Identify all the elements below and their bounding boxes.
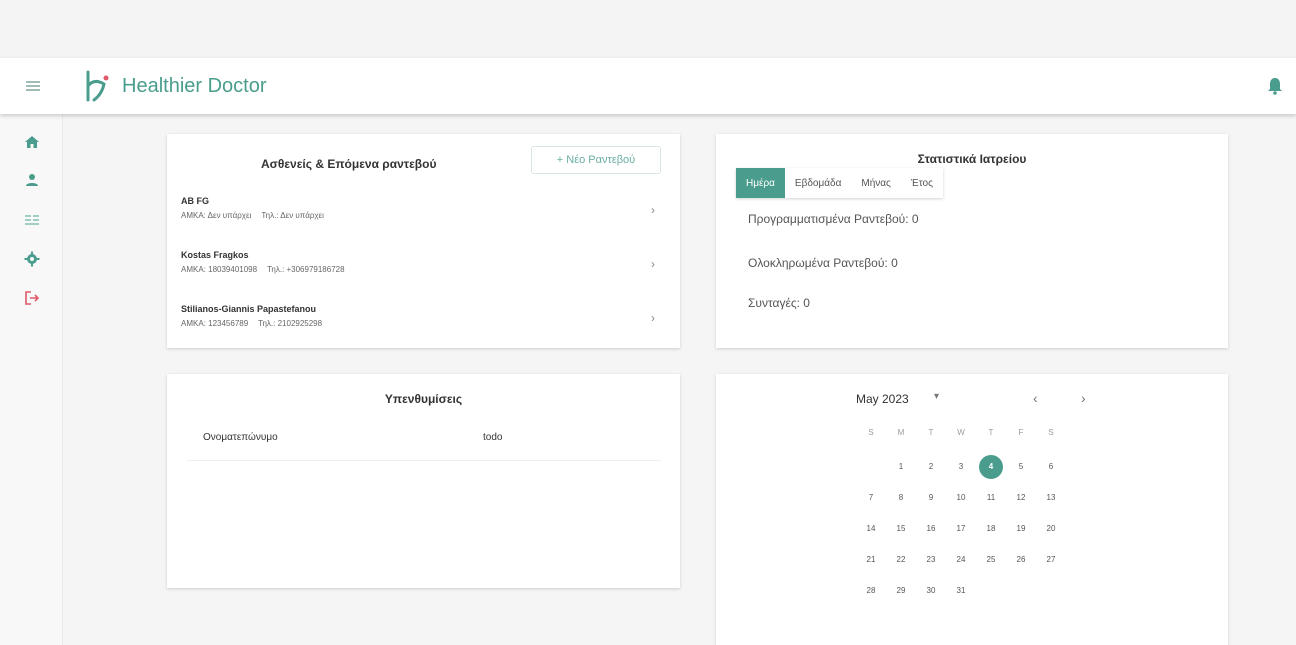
patients-card-title: Ασθενείς & Επόμενα ραντεβού bbox=[261, 157, 437, 171]
calendar-next-button[interactable]: › bbox=[1081, 390, 1086, 406]
stats-card: Στατιστικά Ιατρείου Ημέρα Εβδομάδα Μήνας… bbox=[716, 134, 1228, 348]
calendar-prev-button[interactable]: ‹ bbox=[1033, 390, 1038, 406]
tab-day[interactable]: Ημέρα bbox=[736, 168, 785, 198]
patient-name: Stilianos-Giannis Papastefanou bbox=[181, 304, 317, 314]
calendar-day[interactable]: 17 bbox=[949, 517, 973, 541]
chevron-right-icon[interactable]: › bbox=[651, 311, 655, 325]
bell-icon[interactable] bbox=[1267, 77, 1283, 95]
list-icon[interactable] bbox=[24, 212, 40, 228]
calendar-day[interactable]: 21 bbox=[859, 548, 883, 572]
calendar-day[interactable]: 28 bbox=[859, 579, 883, 603]
patient-amka: ΑΜΚΑ: Δεν υπάρχει bbox=[181, 211, 252, 220]
patient-row[interactable]: Kostas Fragkos ΑΜΚΑ: 18039401098 Τηλ.: +3… bbox=[181, 250, 665, 284]
calendar-day[interactable]: 3 bbox=[949, 455, 973, 479]
calendar-day[interactable]: 30 bbox=[919, 579, 943, 603]
calendar-day[interactable]: 14 bbox=[859, 517, 883, 541]
column-header-name: Ονοματεπώνυμο bbox=[203, 432, 278, 443]
calendar-card: May 2023 ▾ ‹ › S M T W T F S 1 2 3 4 5 6 7 8 9 10 11 12 13 1… bbox=[716, 374, 1228, 645]
column-header-todo: todo bbox=[483, 432, 503, 443]
logout-icon[interactable] bbox=[24, 290, 40, 306]
patients-card: Ασθενείς & Επόμενα ραντεβού + Νέο Ραντεβ… bbox=[167, 134, 680, 348]
weekday-label: T bbox=[988, 428, 994, 437]
period-tabs: Ημέρα Εβδομάδα Μήνας Έτος bbox=[736, 168, 943, 198]
patient-row[interactable]: AB FG ΑΜΚΑ: Δεν υπάρχει Τηλ.: Δεν υπάρχει… bbox=[181, 196, 665, 230]
app-bar: Healthier Doctor bbox=[0, 58, 1296, 114]
person-icon[interactable] bbox=[24, 172, 40, 188]
patient-phone: Τηλ.: Δεν υπάρχει bbox=[261, 211, 324, 220]
tab-year[interactable]: Έτος bbox=[900, 168, 943, 198]
stat-scheduled: Προγραμματισμένα Ραντεβού: 0 bbox=[748, 212, 919, 226]
patient-phone: Τηλ.: +306979186728 bbox=[267, 265, 345, 274]
tab-month[interactable]: Μήνας bbox=[851, 168, 901, 198]
calendar-day[interactable]: 10 bbox=[949, 486, 973, 510]
gear-icon[interactable] bbox=[24, 251, 40, 267]
table-divider bbox=[187, 460, 661, 461]
calendar-day[interactable]: 6 bbox=[1039, 455, 1063, 479]
calendar-day[interactable]: 1 bbox=[889, 455, 913, 479]
weekday-label: T bbox=[928, 428, 934, 437]
calendar-day[interactable]: 5 bbox=[1009, 455, 1033, 479]
stat-completed: Ολοκληρωμένα Ραντεβού: 0 bbox=[748, 256, 898, 270]
calendar-day[interactable]: 13 bbox=[1039, 486, 1063, 510]
patient-name: Kostas Fragkos bbox=[181, 250, 249, 260]
calendar-day[interactable]: 19 bbox=[1009, 517, 1033, 541]
calendar-day-selected[interactable]: 4 bbox=[979, 455, 1003, 479]
patient-phone: Τηλ.: 2102925298 bbox=[258, 319, 323, 328]
reminders-card-title: Υπενθυμίσεις bbox=[384, 392, 463, 406]
patient-amka: ΑΜΚΑ: 123456789 bbox=[181, 319, 249, 328]
patient-name: AB FG bbox=[181, 196, 209, 206]
weekday-label: F bbox=[1018, 428, 1024, 437]
calendar-day[interactable]: 26 bbox=[1009, 548, 1033, 572]
calendar-day[interactable]: 20 bbox=[1039, 517, 1063, 541]
calendar-day[interactable]: 11 bbox=[979, 486, 1003, 510]
calendar-day[interactable]: 15 bbox=[889, 517, 913, 541]
calendar-day[interactable]: 8 bbox=[889, 486, 913, 510]
calendar-day[interactable]: 31 bbox=[949, 579, 973, 603]
calendar-day[interactable]: 18 bbox=[979, 517, 1003, 541]
stats-card-title: Στατιστικά Ιατρείου bbox=[917, 152, 1027, 166]
calendar-day[interactable]: 27 bbox=[1039, 548, 1063, 572]
sidebar bbox=[0, 114, 63, 645]
reminders-card: Υπενθυμίσεις Ονοματεπώνυμο todo bbox=[167, 374, 680, 588]
patient-details: ΑΜΚΑ: 18039401098 Τηλ.: +306979186728 bbox=[181, 265, 345, 274]
patient-details: ΑΜΚΑ: 123456789 Τηλ.: 2102925298 bbox=[181, 319, 322, 328]
patient-amka: ΑΜΚΑ: 18039401098 bbox=[181, 265, 258, 274]
new-appointment-button[interactable]: + Νέο Ραντεβού bbox=[531, 146, 661, 174]
weekday-label: M bbox=[897, 428, 905, 437]
main-content: Ασθενείς & Επόμενα ραντεβού + Νέο Ραντεβ… bbox=[63, 114, 1296, 645]
calendar-day[interactable]: 22 bbox=[889, 548, 913, 572]
calendar-day[interactable]: 2 bbox=[919, 455, 943, 479]
calendar-day[interactable]: 25 bbox=[979, 548, 1003, 572]
calendar-day[interactable]: 29 bbox=[889, 579, 913, 603]
calendar-day[interactable]: 16 bbox=[919, 517, 943, 541]
calendar-day[interactable]: 23 bbox=[919, 548, 943, 572]
patient-details: ΑΜΚΑ: Δεν υπάρχει Τηλ.: Δεν υπάρχει bbox=[181, 211, 324, 220]
calendar-day[interactable]: 9 bbox=[919, 486, 943, 510]
browser-top-strip bbox=[0, 0, 1296, 58]
weekday-label: W bbox=[957, 428, 965, 437]
calendar-day[interactable]: 24 bbox=[949, 548, 973, 572]
stat-prescriptions: Συνταγές: 0 bbox=[748, 296, 810, 310]
chevron-down-icon[interactable]: ▾ bbox=[934, 391, 939, 402]
hamburger-icon[interactable] bbox=[26, 81, 40, 91]
app-title[interactable]: Healthier Doctor bbox=[122, 75, 267, 98]
patient-row[interactable]: Stilianos-Giannis Papastefanou ΑΜΚΑ: 123… bbox=[181, 304, 665, 338]
calendar-day[interactable]: 12 bbox=[1009, 486, 1033, 510]
home-icon[interactable] bbox=[24, 134, 40, 150]
chevron-right-icon[interactable]: › bbox=[651, 203, 655, 217]
brand-logo[interactable] bbox=[80, 68, 116, 104]
chevron-right-icon[interactable]: › bbox=[651, 257, 655, 271]
weekday-label: S bbox=[868, 428, 874, 437]
calendar-month-label[interactable]: May 2023 bbox=[856, 392, 909, 406]
calendar-day[interactable]: 7 bbox=[859, 486, 883, 510]
weekday-label: S bbox=[1048, 428, 1054, 437]
tab-week[interactable]: Εβδομάδα bbox=[784, 168, 852, 198]
